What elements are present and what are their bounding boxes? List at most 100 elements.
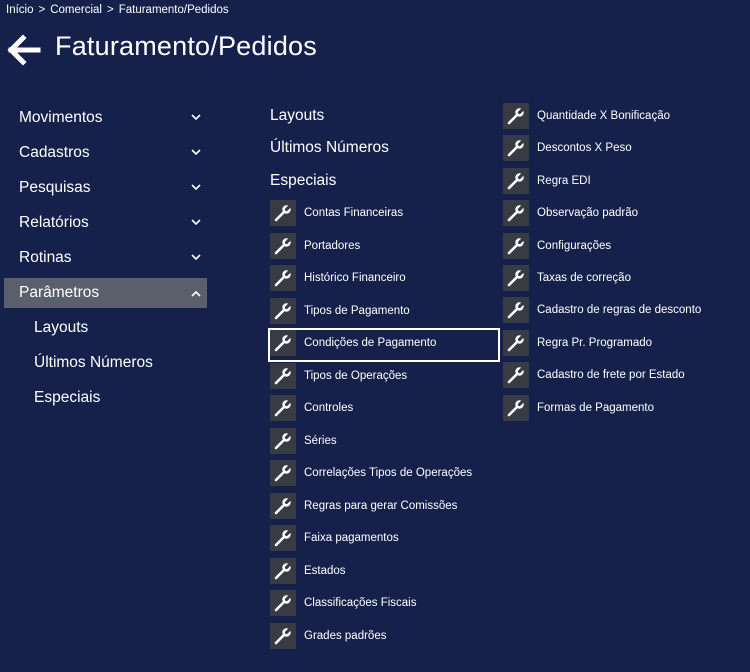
tool-item[interactable]: Descontos X Peso — [503, 135, 731, 165]
tool-label: Grades padrões — [304, 629, 387, 642]
wrench-icon — [270, 590, 296, 616]
tool-label: Observação padrão — [537, 207, 639, 220]
tool-label: Contas Financeiras — [304, 207, 404, 219]
tool-item[interactable]: Portadores — [270, 232, 498, 263]
sidebar-item-cadastros[interactable]: Cadastros — [4, 135, 207, 170]
section-link-layouts[interactable]: Layouts — [270, 107, 324, 125]
wrench-icon — [503, 232, 529, 259]
wrench-icon — [270, 362, 296, 389]
tool-item[interactable]: Observação padrão — [503, 200, 731, 230]
sidebar-item-pesquisas[interactable]: Pesquisas — [4, 170, 207, 205]
section-heading-especiais[interactable]: Especiais — [270, 172, 336, 190]
tool-label: Taxas de correção — [537, 272, 631, 284]
tool-item[interactable]: Tipos de Pagamento — [270, 297, 498, 328]
wrench-icon — [503, 167, 529, 194]
tool-label: Regra Pr. Programado — [537, 336, 653, 349]
tool-item[interactable]: Regra Pr. Programado — [503, 329, 731, 360]
wrench-icon — [503, 329, 529, 356]
tool-label: Séries — [304, 434, 337, 447]
chevron-up-icon — [189, 278, 203, 308]
tool-item[interactable]: Correlações Tipos de Operações — [270, 460, 498, 490]
tool-label: Classificações Fiscais — [304, 597, 417, 609]
tool-item[interactable]: Séries — [270, 427, 498, 458]
wrench-icon — [503, 394, 529, 421]
wrench-icon — [503, 200, 529, 227]
tool-item[interactable]: Estados — [270, 557, 498, 588]
arrow-left-icon — [7, 34, 41, 66]
tool-label: Estados — [304, 564, 346, 577]
back-button[interactable] — [7, 34, 41, 66]
sidebar-item-relatorios[interactable]: Relatórios — [4, 205, 207, 240]
breadcrumb-separator: > — [38, 4, 46, 16]
wrench-icon — [270, 395, 296, 421]
sidebar-item-rotinas[interactable]: Rotinas — [4, 240, 207, 275]
tool-label: Configurações — [537, 239, 612, 252]
tool-item[interactable]: Taxas de correção — [503, 265, 731, 295]
sidebar-item-label: Parâmetros — [19, 284, 100, 301]
sidebar-item-parametros[interactable]: Parâmetros — [4, 278, 207, 308]
wrench-icon — [503, 103, 529, 129]
tool-label: Cadastro de regras de desconto — [537, 304, 702, 317]
tool-label: Histórico Financeiro — [304, 272, 406, 284]
tool-label: Faixa pagamentos — [304, 532, 399, 544]
chevron-down-icon — [189, 240, 203, 275]
tool-item[interactable]: Faixa pagamentos — [270, 525, 498, 555]
tool-label: Condições de Pagamento — [304, 337, 437, 349]
wrench-icon — [270, 525, 296, 551]
wrench-icon — [503, 297, 529, 324]
breadcrumb: Início > Comercial > Faturamento/Pedidos — [6, 4, 229, 16]
breadcrumb-separator: > — [106, 4, 114, 16]
wrench-icon — [270, 297, 296, 324]
tool-item[interactable]: Formas de Pagamento — [503, 394, 731, 425]
chevron-down-icon — [189, 205, 203, 240]
tool-item[interactable]: Quantidade X Bonificação — [503, 103, 731, 133]
tool-label: Tipos de Operações — [304, 369, 408, 382]
tool-item[interactable]: Classificações Fiscais — [270, 590, 498, 620]
sidebar: Movimentos Cadastros Pesquisas Relatório… — [4, 100, 207, 415]
tool-item[interactable]: Tipos de Operações — [270, 362, 498, 393]
tool-item-selected[interactable]: Condições de Pagamento — [268, 328, 500, 362]
sidebar-subitem-ultimos-numeros[interactable]: Últimos Números — [4, 345, 207, 380]
tool-label: Portadores — [304, 239, 361, 252]
sidebar-item-movimentos[interactable]: Movimentos — [4, 100, 207, 135]
tool-label: Controles — [304, 402, 354, 414]
tool-label: Cadastro de frete por Estado — [537, 369, 685, 382]
tool-label: Descontos X Peso — [537, 142, 632, 155]
tool-item[interactable]: Controles — [270, 395, 498, 425]
wrench-icon — [270, 200, 296, 226]
tool-item[interactable]: Regra EDI — [503, 167, 731, 198]
tool-item[interactable]: Cadastro de frete por Estado — [503, 362, 731, 392]
wrench-icon — [270, 557, 296, 584]
tool-label: Regras para gerar Comissões — [304, 499, 458, 512]
breadcrumb-inicio[interactable]: Início — [6, 4, 34, 16]
wrench-icon — [270, 330, 296, 356]
sidebar-item-label: Rotinas — [19, 249, 72, 266]
sidebar-subitem-especiais[interactable]: Especiais — [4, 380, 207, 415]
tool-item[interactable]: Contas Financeiras — [270, 200, 498, 230]
tool-label: Quantidade X Bonificação — [537, 110, 670, 122]
section-link-ultimos-numeros[interactable]: Últimos Números — [270, 139, 389, 157]
breadcrumb-current: Faturamento/Pedidos — [118, 4, 229, 16]
tool-item[interactable]: Grades padrões — [270, 622, 498, 653]
wrench-icon — [270, 265, 296, 291]
tool-item[interactable]: Histórico Financeiro — [270, 265, 498, 295]
tool-label: Tipos de Pagamento — [304, 304, 410, 317]
chevron-down-icon — [189, 135, 203, 170]
sidebar-subitem-layouts[interactable]: Layouts — [4, 310, 207, 345]
wrench-icon — [270, 492, 296, 519]
sidebar-item-label: Cadastros — [19, 144, 90, 161]
wrench-icon — [270, 427, 296, 454]
tool-label: Regra EDI — [537, 174, 591, 187]
page-title: Faturamento/Pedidos — [55, 31, 317, 61]
wrench-icon — [270, 460, 296, 486]
tool-item[interactable]: Configurações — [503, 232, 731, 263]
tool-item[interactable]: Regras para gerar Comissões — [270, 492, 498, 523]
tool-item[interactable]: Cadastro de regras de desconto — [503, 297, 731, 327]
chevron-down-icon — [189, 100, 203, 135]
sidebar-item-label: Relatórios — [19, 214, 89, 231]
wrench-icon — [270, 232, 296, 259]
wrench-icon — [503, 265, 529, 291]
breadcrumb-comercial[interactable]: Comercial — [50, 4, 102, 16]
chevron-down-icon — [189, 170, 203, 205]
tool-label: Correlações Tipos de Operações — [304, 467, 473, 479]
